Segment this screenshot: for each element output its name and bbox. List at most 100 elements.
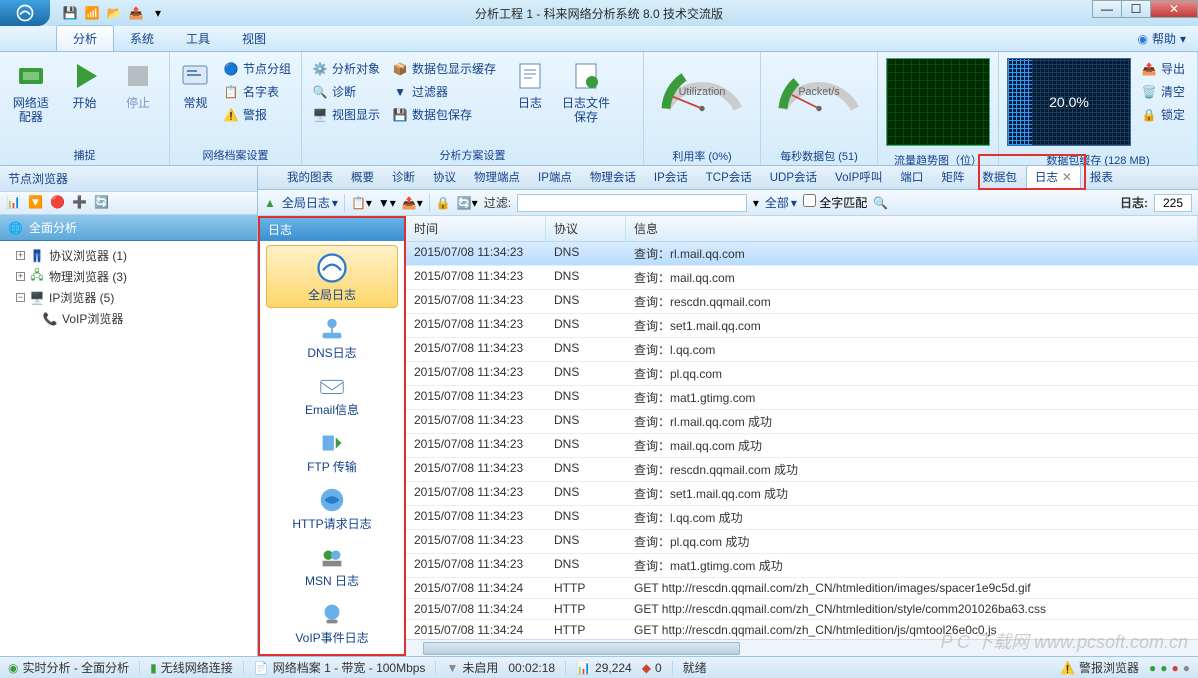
log-row[interactable]: 2015/07/08 11:34:24HTTPGET http://rescdn…: [406, 599, 1198, 620]
close-button[interactable]: ✕: [1150, 0, 1198, 18]
qat-nic-icon[interactable]: 📶: [84, 5, 100, 21]
tab-IP会话[interactable]: IP会话: [645, 165, 697, 189]
tab-close-icon[interactable]: ✕: [1062, 170, 1072, 184]
filter-dd[interactable]: ▾: [753, 196, 759, 210]
up-icon[interactable]: ▲: [264, 196, 276, 210]
viewdisplay-button[interactable]: 🖥️视图显示: [308, 104, 384, 125]
log-row[interactable]: 2015/07/08 11:34:24HTTPGET http://rescdn…: [406, 578, 1198, 599]
log-row[interactable]: 2015/07/08 11:34:23DNS查询：rl.mail.qq.com: [406, 242, 1198, 266]
tb-icon[interactable]: 📊: [6, 195, 22, 211]
log-row[interactable]: 2015/07/08 11:34:23DNS查询：rl.mail.qq.com …: [406, 410, 1198, 434]
tab-概要[interactable]: 概要: [342, 165, 383, 189]
clear-button[interactable]: 🗑️清空: [1137, 81, 1189, 102]
qat-export-icon[interactable]: 📤: [128, 5, 144, 21]
normal-button[interactable]: 常规: [176, 56, 215, 114]
tree-physical[interactable]: +🖧物理浏览器 (3): [0, 266, 257, 287]
scope-select[interactable]: 全部 ▾: [765, 194, 797, 211]
diag-button[interactable]: 🔍诊断: [308, 81, 384, 102]
horizontal-scrollbar[interactable]: [406, 639, 1198, 656]
refresh-icon[interactable]: 🔄▾: [457, 196, 478, 210]
tab-UDP会话[interactable]: UDP会话: [761, 165, 826, 189]
log-rows[interactable]: 2015/07/08 11:34:23DNS查询：rl.mail.qq.com2…: [406, 242, 1198, 639]
filter-input[interactable]: [517, 194, 747, 212]
analysis-object-button[interactable]: ⚙️分析对象: [308, 58, 384, 79]
qat-open-icon[interactable]: 📂: [106, 5, 122, 21]
qat-save-icon[interactable]: 💾: [62, 5, 78, 21]
log-row[interactable]: 2015/07/08 11:34:23DNS查询：set1.mail.qq.co…: [406, 314, 1198, 338]
tab-矩阵[interactable]: 矩阵: [932, 165, 973, 189]
logcat-VoIP事件日志[interactable]: VoIP事件日志: [260, 595, 404, 650]
log-row[interactable]: 2015/07/08 11:34:23DNS查询：pl.qq.com: [406, 362, 1198, 386]
adapter-button[interactable]: 网络适配器: [6, 56, 56, 129]
menutab-view[interactable]: 视图: [226, 26, 282, 51]
start-button[interactable]: 开始: [60, 56, 110, 114]
maximize-button[interactable]: ☐: [1121, 0, 1151, 18]
tab-IP端点[interactable]: IP端点: [529, 165, 581, 189]
tab-报表[interactable]: 报表: [1081, 165, 1122, 189]
export-button[interactable]: 📤导出: [1137, 58, 1189, 79]
log-row[interactable]: 2015/07/08 11:34:23DNS查询：mat1.gtimg.com: [406, 386, 1198, 410]
search-icon[interactable]: 🔍: [873, 196, 888, 210]
log-button[interactable]: 日志: [504, 56, 556, 114]
log-row[interactable]: 2015/07/08 11:34:23DNS查询：mail.qq.com: [406, 266, 1198, 290]
status-alarm[interactable]: ⚠️警报浏览器: [1060, 659, 1139, 676]
menutab-analysis[interactable]: 分析: [56, 25, 114, 51]
logcat-FTP 传输[interactable]: FTP 传输: [260, 424, 404, 479]
tab-协议[interactable]: 协议: [424, 165, 465, 189]
tree-voip[interactable]: 📞VoIP浏览器: [0, 308, 257, 329]
filter-button[interactable]: ▼过滤器: [388, 81, 500, 102]
log-row[interactable]: 2015/07/08 11:34:23DNS查询：l.qq.com: [406, 338, 1198, 362]
menutab-system[interactable]: 系统: [114, 26, 170, 51]
qat-more-icon[interactable]: ▾: [150, 5, 166, 21]
log-row[interactable]: 2015/07/08 11:34:23DNS查询：rescdn.qqmail.c…: [406, 290, 1198, 314]
pcache-button[interactable]: 📦数据包显示缓存: [388, 58, 500, 79]
tab-端口[interactable]: 端口: [891, 165, 932, 189]
lock-icon[interactable]: 🔒: [436, 196, 451, 210]
logcat-全局日志[interactable]: 全局日志: [266, 245, 398, 308]
tb-icon[interactable]: 🔄: [94, 195, 110, 211]
logcat-HTTP请求日志[interactable]: HTTP请求日志: [260, 481, 404, 536]
tb-icon[interactable]: 🔴: [50, 195, 66, 211]
log-row[interactable]: 2015/07/08 11:34:23DNS查询：mat1.gtimg.com …: [406, 554, 1198, 578]
psave-button[interactable]: 💾数据包保存: [388, 104, 500, 125]
tree-ip[interactable]: −🖥️IP浏览器 (5): [0, 287, 257, 308]
tb-icon[interactable]: 🔽: [28, 195, 44, 211]
tb-icon[interactable]: ➕: [72, 195, 88, 211]
tab-诊断[interactable]: 诊断: [383, 165, 424, 189]
log-row[interactable]: 2015/07/08 11:34:23DNS查询：l.qq.com 成功: [406, 506, 1198, 530]
tab-数据包[interactable]: 数据包: [973, 165, 1026, 189]
stop-button[interactable]: 停止: [113, 56, 163, 114]
copy-icon[interactable]: 📋▾: [351, 196, 372, 210]
log-row[interactable]: 2015/07/08 11:34:23DNS查询：set1.mail.qq.co…: [406, 482, 1198, 506]
logsave-button[interactable]: 日志文件保存: [560, 56, 612, 129]
export-icon[interactable]: 📤▾: [402, 196, 423, 210]
logcat-Email信息[interactable]: Email信息: [260, 367, 404, 422]
col-time[interactable]: 时间: [406, 216, 546, 241]
tab-日志[interactable]: 日志✕: [1026, 165, 1081, 189]
log-row[interactable]: 2015/07/08 11:34:23DNS查询：mail.qq.com 成功: [406, 434, 1198, 458]
log-row[interactable]: 2015/07/08 11:34:23DNS查询：rescdn.qqmail.c…: [406, 458, 1198, 482]
full-analysis-bar[interactable]: 🌐全面分析: [0, 215, 257, 241]
log-row[interactable]: 2015/07/08 11:34:23DNS查询：pl.qq.com 成功: [406, 530, 1198, 554]
lock-button[interactable]: 🔒锁定: [1137, 104, 1189, 125]
tab-物理会话[interactable]: 物理会话: [581, 165, 645, 189]
log-row[interactable]: 2015/07/08 11:34:24HTTPGET http://rescdn…: [406, 620, 1198, 639]
col-info[interactable]: 信息: [626, 216, 1198, 241]
tab-我的图表[interactable]: 我的图表: [278, 165, 342, 189]
tab-TCP会话[interactable]: TCP会话: [697, 165, 761, 189]
tree-protocol[interactable]: +👖协议浏览器 (1): [0, 245, 257, 266]
alarm-button[interactable]: ⚠️警报: [219, 104, 295, 125]
filter-icon[interactable]: ▼▾: [378, 196, 396, 210]
fullmatch-checkbox[interactable]: 全字匹配: [803, 194, 867, 211]
tab-物理端点[interactable]: 物理端点: [465, 165, 529, 189]
logcat-MSN 日志[interactable]: MSN 日志: [260, 538, 404, 593]
global-log-select[interactable]: 全局日志 ▾: [282, 194, 338, 211]
minimize-button[interactable]: —: [1092, 0, 1122, 18]
logcat-DNS日志[interactable]: DNS日志: [260, 310, 404, 365]
nametable-button[interactable]: 📋名字表: [219, 81, 295, 102]
col-proto[interactable]: 协议: [546, 216, 626, 241]
menutab-tools[interactable]: 工具: [170, 26, 226, 51]
tab-VoIP呼叫[interactable]: VoIP呼叫: [826, 165, 891, 189]
help-button[interactable]: ◉帮助▾: [1137, 30, 1186, 47]
nodegroup-button[interactable]: 🔵节点分组: [219, 58, 295, 79]
